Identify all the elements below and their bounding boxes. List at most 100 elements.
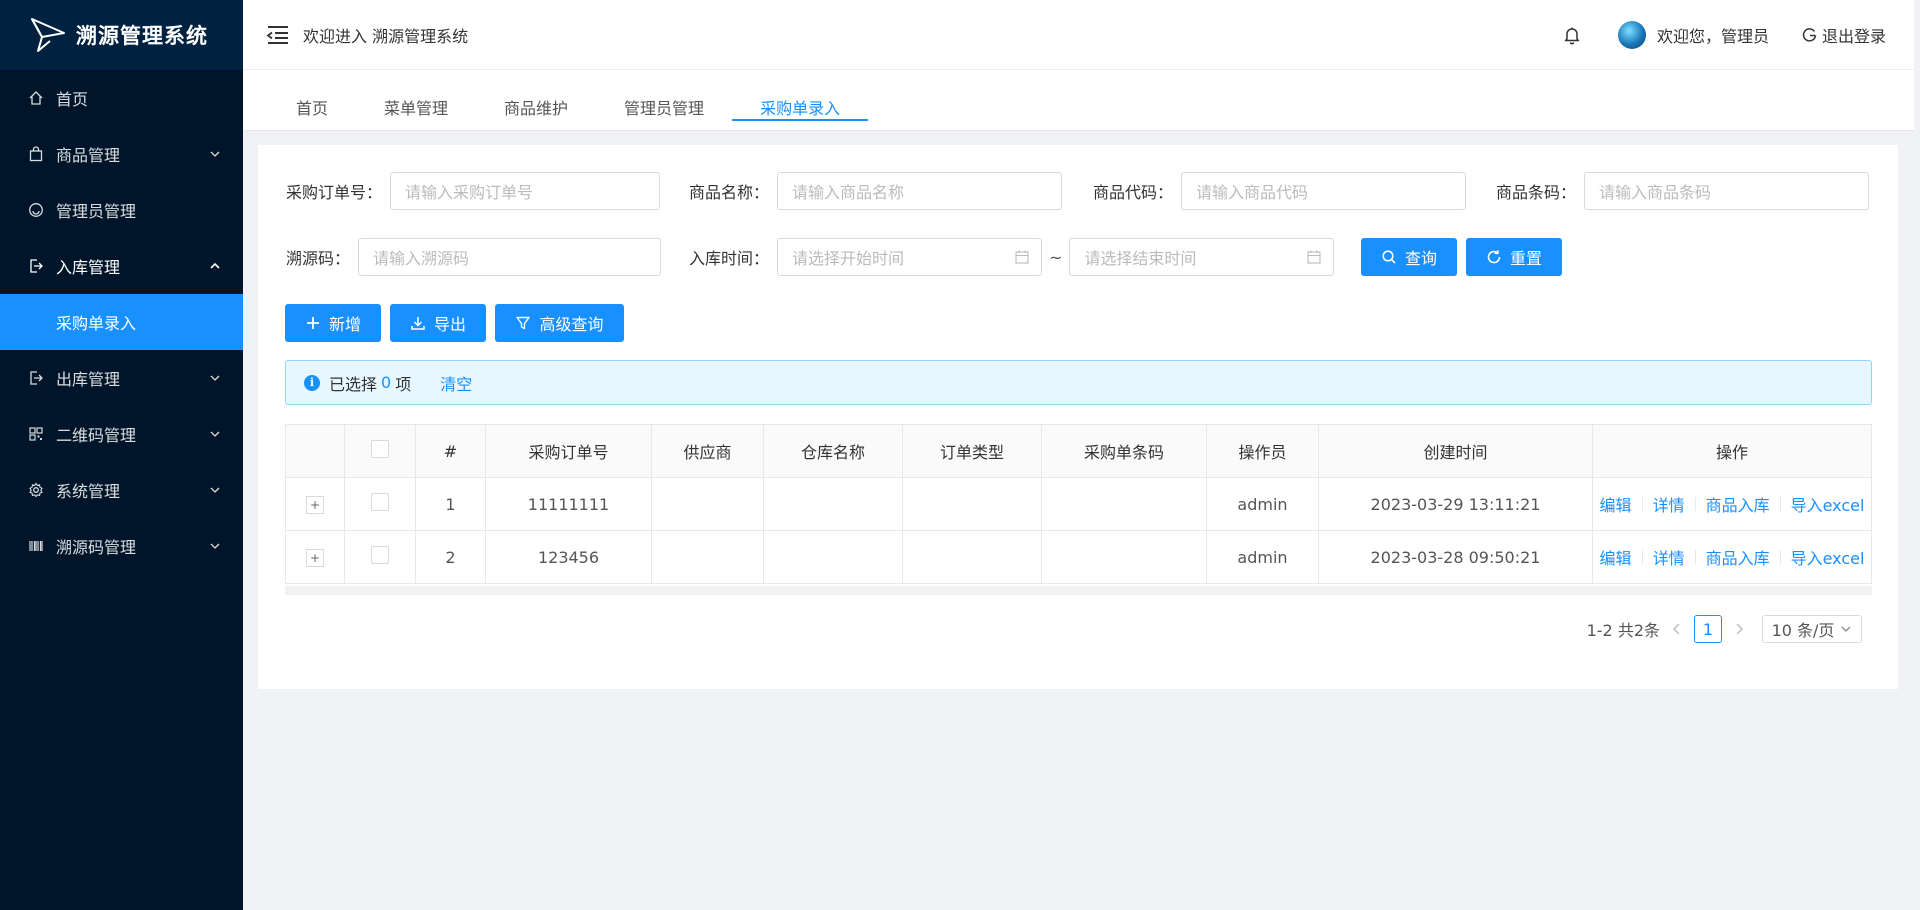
product-name-input[interactable]: 请输入商品名称 <box>777 172 1063 210</box>
select-all-checkbox[interactable] <box>371 440 389 458</box>
sidebar-item-home[interactable]: 首页 <box>0 70 243 126</box>
pagination: 1-2 共2条 1 10 条/页 <box>1587 615 1862 643</box>
search-field-barcode: 商品条码： 请输入商品条码 <box>1496 172 1870 210</box>
import-excel-link[interactable]: 导入excel <box>1791 545 1865 569</box>
order-no-input[interactable]: 请输入采购订单号 <box>390 172 661 210</box>
row-checkbox[interactable] <box>371 493 389 511</box>
tab-home[interactable]: 首页 <box>268 78 356 130</box>
reset-label: 重置 <box>1509 249 1542 268</box>
page-size-value: 10 条/页 <box>1771 621 1835 640</box>
tab-purchase-entry[interactable]: 采购单录入 <box>732 78 869 121</box>
column-header-order-type: 订单类型 <box>902 424 1042 478</box>
search-field-time: 入库时间： 请选择开始时间 ~ 请选择结束时间 <box>689 238 1335 276</box>
prev-page-icon[interactable] <box>1670 622 1684 636</box>
query-button[interactable]: 查询 <box>1361 238 1457 276</box>
expand-cell: + <box>285 530 345 584</box>
reload-icon <box>1487 250 1501 264</box>
sidebar-item-label: 入库管理 <box>56 258 121 277</box>
tab-product-maintenance[interactable]: 商品维护 <box>476 78 596 130</box>
tab-menu-management[interactable]: 菜单管理 <box>356 78 476 130</box>
column-header-created: 创建时间 <box>1318 424 1593 478</box>
filter-icon <box>516 316 531 330</box>
sidebar-item-purchase-entry[interactable]: 采购单录入 <box>0 294 243 350</box>
sidebar-item-qrcode[interactable]: 二维码管理 <box>0 406 243 462</box>
sidebar-item-label: 首页 <box>56 90 89 109</box>
select-cell <box>344 477 416 531</box>
expand-row-button[interactable]: + <box>306 496 324 514</box>
cell-created: 2023-03-29 13:11:21 <box>1318 477 1593 531</box>
chevron-down-icon <box>210 543 220 549</box>
sidebar-item-label: 管理员管理 <box>56 202 137 221</box>
table-scrollbar[interactable] <box>285 586 1872 595</box>
expand-row-button[interactable]: + <box>306 549 324 567</box>
query-label: 查询 <box>1404 249 1437 268</box>
chevron-down-icon <box>210 431 220 437</box>
page-size-select[interactable]: 10 条/页 <box>1762 615 1862 643</box>
sidebar-item-label: 溯源码管理 <box>56 538 137 557</box>
chevron-down-icon <box>1841 626 1851 632</box>
sidebar-item-admins[interactable]: 管理员管理 <box>0 182 243 238</box>
sidebar-item-outbound[interactable]: 出库管理 <box>0 350 243 406</box>
chevron-down-icon <box>210 487 220 493</box>
menu-fold-icon[interactable] <box>265 22 291 48</box>
sidebar-item-system[interactable]: 系统管理 <box>0 462 243 518</box>
end-time-input[interactable]: 请选择结束时间 <box>1069 238 1335 276</box>
search-field-trace: 溯源码： 请输入溯源码 <box>286 238 662 276</box>
welcome-text: 欢迎进入 溯源管理系统 <box>303 26 469 46</box>
column-header-supplier: 供应商 <box>651 424 764 478</box>
search-icon <box>1382 250 1396 264</box>
detail-link[interactable]: 详情 <box>1653 492 1685 516</box>
sidebar-item-inbound[interactable]: 入库管理 <box>0 238 243 294</box>
page-1-button[interactable]: 1 <box>1694 615 1722 643</box>
column-header-order-no: 采购订单号 <box>485 424 652 478</box>
edit-link[interactable]: 编辑 <box>1600 545 1632 569</box>
download-icon <box>411 317 425 330</box>
column-header-warehouse: 仓库名称 <box>763 424 903 478</box>
next-page-icon[interactable] <box>1732 622 1746 636</box>
product-code-label: 商品代码： <box>1093 183 1174 202</box>
export-button[interactable]: 导出 <box>390 304 486 342</box>
import-excel-link[interactable]: 导入excel <box>1791 492 1865 516</box>
cell-order-no: 11111111 <box>485 477 652 531</box>
logout-icon <box>1802 28 1817 42</box>
sidebar-item-label: 商品管理 <box>56 146 121 165</box>
start-time-placeholder: 请选择开始时间 <box>792 249 905 268</box>
bell-icon[interactable] <box>1562 25 1582 45</box>
product-code-input[interactable]: 请输入商品代码 <box>1181 172 1467 210</box>
user-greeting[interactable]: 欢迎您，管理员 <box>1657 23 1769 47</box>
row-checkbox[interactable] <box>371 546 389 564</box>
detail-link[interactable]: 详情 <box>1653 545 1685 569</box>
trace-placeholder: 请输入溯源码 <box>373 249 470 268</box>
add-button[interactable]: 新增 <box>285 304 381 342</box>
sidebar-item-label: 二维码管理 <box>56 426 137 445</box>
sidebar-item-label: 出库管理 <box>56 370 121 389</box>
logo: 溯源管理系统 <box>0 0 243 70</box>
avatar[interactable] <box>1617 21 1646 49</box>
sidebar-item-tracecode[interactable]: 溯源码管理 <box>0 518 243 574</box>
trace-input[interactable]: 请输入溯源码 <box>358 238 662 276</box>
add-label: 新增 <box>328 315 361 334</box>
tab-admin-management[interactable]: 管理员管理 <box>596 78 732 130</box>
logout-button[interactable]: 退出登录 <box>1802 23 1886 47</box>
select-cell <box>344 530 416 584</box>
barcode-input[interactable]: 请输入商品条码 <box>1584 172 1870 210</box>
import-icon <box>28 258 44 274</box>
expand-cell: + <box>285 477 345 531</box>
order-no-label: 采购订单号： <box>286 183 383 202</box>
column-header-barcode: 采购单条码 <box>1041 424 1207 478</box>
reset-button[interactable]: 重置 <box>1466 238 1562 276</box>
column-header-operator: 操作员 <box>1206 424 1319 478</box>
edit-link[interactable]: 编辑 <box>1600 492 1632 516</box>
clear-selection-link[interactable]: 清空 <box>440 371 472 395</box>
sidebar-item-products[interactable]: 商品管理 <box>0 126 243 182</box>
cell-barcode <box>1041 530 1207 584</box>
cell-order-type <box>902 530 1042 584</box>
header-actions: 欢迎您，管理员 退出登录 <box>1562 0 1886 70</box>
selected-count: 0 <box>381 373 392 392</box>
advanced-query-button[interactable]: 高级查询 <box>495 304 624 342</box>
alert-suffix: 项 <box>395 374 412 394</box>
start-time-input[interactable]: 请选择开始时间 <box>777 238 1043 276</box>
stock-in-link[interactable]: 商品入库 <box>1706 492 1770 516</box>
sidebar-item-label: 系统管理 <box>56 482 121 501</box>
stock-in-link[interactable]: 商品入库 <box>1706 545 1770 569</box>
